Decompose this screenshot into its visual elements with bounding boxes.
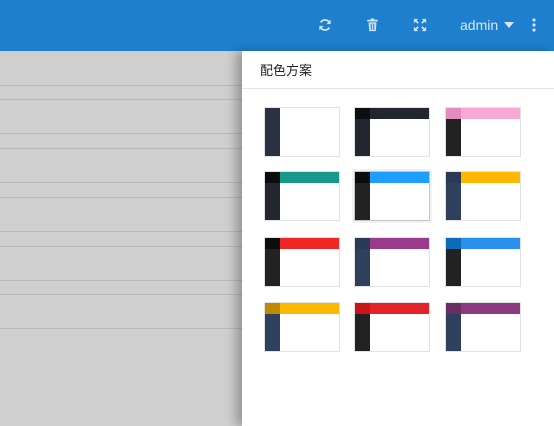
- swatch-header-bar: [370, 238, 429, 249]
- user-menu[interactable]: admin: [460, 15, 515, 35]
- row-divider: [0, 182, 242, 183]
- swatch-header-bar: [280, 303, 339, 314]
- swatch-logo-block: [265, 238, 280, 249]
- row-divider: [0, 280, 242, 281]
- swatch-logo-block: [446, 172, 461, 183]
- dimmed-content-area: [0, 51, 242, 426]
- fullscreen-icon[interactable]: [409, 14, 431, 36]
- row-divider: [0, 294, 242, 295]
- swatch-sidebar-bar: [446, 314, 461, 351]
- username-label: admin: [460, 17, 499, 33]
- swatch-logo-block: [265, 172, 280, 183]
- color-scheme-swatch[interactable]: [264, 302, 340, 352]
- swatch-header-bar: [461, 172, 520, 183]
- swatch-logo-block: [355, 172, 370, 183]
- row-divider: [0, 328, 242, 329]
- row-divider: [0, 231, 242, 232]
- swatch-sidebar-bar: [265, 249, 280, 286]
- swatch-logo-block: [265, 303, 280, 314]
- swatch-logo-block: [446, 303, 461, 314]
- swatch-sidebar-bar: [265, 314, 280, 351]
- color-scheme-swatch[interactable]: [354, 171, 430, 221]
- color-scheme-swatch[interactable]: [264, 171, 340, 221]
- row-divider: [0, 133, 242, 134]
- swatch-sidebar-bar: [355, 119, 370, 156]
- swatch-header-bar: [461, 238, 520, 249]
- swatch-logo-block: [355, 108, 370, 119]
- top-navbar: admin: [0, 0, 554, 51]
- swatch-header-bar: [370, 303, 429, 314]
- row-divider: [0, 197, 242, 198]
- swatch-logo-block: [265, 108, 280, 119]
- panel-header: 配色方案: [242, 51, 554, 89]
- swatch-sidebar-bar: [265, 119, 280, 156]
- panel-title: 配色方案: [260, 63, 313, 78]
- row-divider: [0, 85, 242, 86]
- swatch-sidebar-bar: [446, 249, 461, 286]
- theme-panel: 配色方案: [242, 51, 554, 426]
- row-divider: [0, 246, 242, 247]
- swatch-sidebar-bar: [355, 183, 370, 220]
- swatch-logo-block: [446, 238, 461, 249]
- color-scheme-swatch[interactable]: [445, 237, 521, 287]
- swatch-sidebar-bar: [265, 183, 280, 220]
- swatch-logo-block: [355, 303, 370, 314]
- color-scheme-swatch[interactable]: [445, 107, 521, 157]
- swatch-header-bar: [461, 108, 520, 119]
- color-scheme-swatch[interactable]: [445, 171, 521, 221]
- swatch-sidebar-bar: [355, 249, 370, 286]
- color-scheme-swatch[interactable]: [264, 107, 340, 157]
- color-scheme-swatch[interactable]: [354, 107, 430, 157]
- trash-icon[interactable]: [361, 14, 383, 36]
- swatch-header-bar: [461, 303, 520, 314]
- color-scheme-swatch[interactable]: [354, 237, 430, 287]
- swatch-logo-block: [446, 108, 461, 119]
- swatch-header-bar: [280, 238, 339, 249]
- refresh-icon[interactable]: [314, 14, 336, 36]
- swatch-header-bar: [370, 172, 429, 183]
- swatch-sidebar-bar: [446, 183, 461, 220]
- swatch-sidebar-bar: [446, 119, 461, 156]
- color-scheme-swatch[interactable]: [264, 237, 340, 287]
- chevron-down-icon: [504, 22, 515, 28]
- color-scheme-swatch[interactable]: [445, 302, 521, 352]
- color-scheme-swatch[interactable]: [354, 302, 430, 352]
- swatch-header-bar: [280, 108, 339, 119]
- more-vertical-icon[interactable]: [523, 14, 545, 36]
- swatch-sidebar-bar: [355, 314, 370, 351]
- swatch-header-bar: [370, 108, 429, 119]
- row-divider: [0, 99, 242, 100]
- swatch-logo-block: [355, 238, 370, 249]
- row-divider: [0, 148, 242, 149]
- swatch-header-bar: [280, 172, 339, 183]
